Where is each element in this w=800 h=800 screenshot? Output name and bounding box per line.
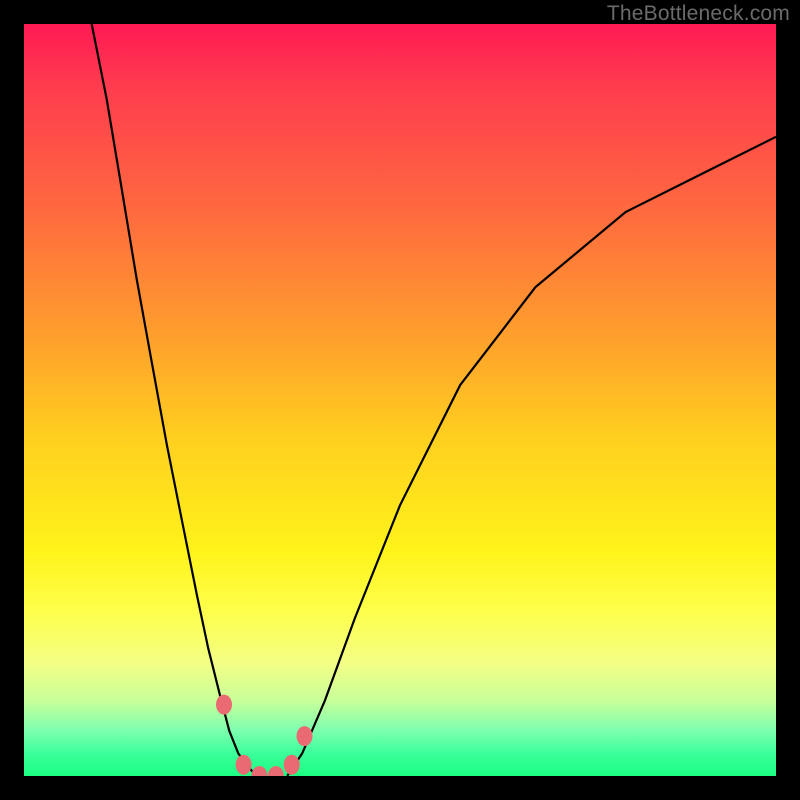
curve-marker bbox=[268, 766, 284, 776]
chart-plot-area bbox=[24, 24, 776, 776]
curve-marker bbox=[251, 766, 267, 776]
bottleneck-curve bbox=[24, 24, 776, 776]
curve-left-arm bbox=[92, 24, 257, 776]
curve-marker bbox=[297, 726, 313, 746]
watermark-text: TheBottleneck.com bbox=[607, 2, 790, 26]
curve-marker bbox=[284, 755, 300, 775]
curve-right-arm bbox=[287, 137, 776, 776]
curve-marker bbox=[216, 695, 232, 715]
curve-marker bbox=[236, 755, 252, 775]
